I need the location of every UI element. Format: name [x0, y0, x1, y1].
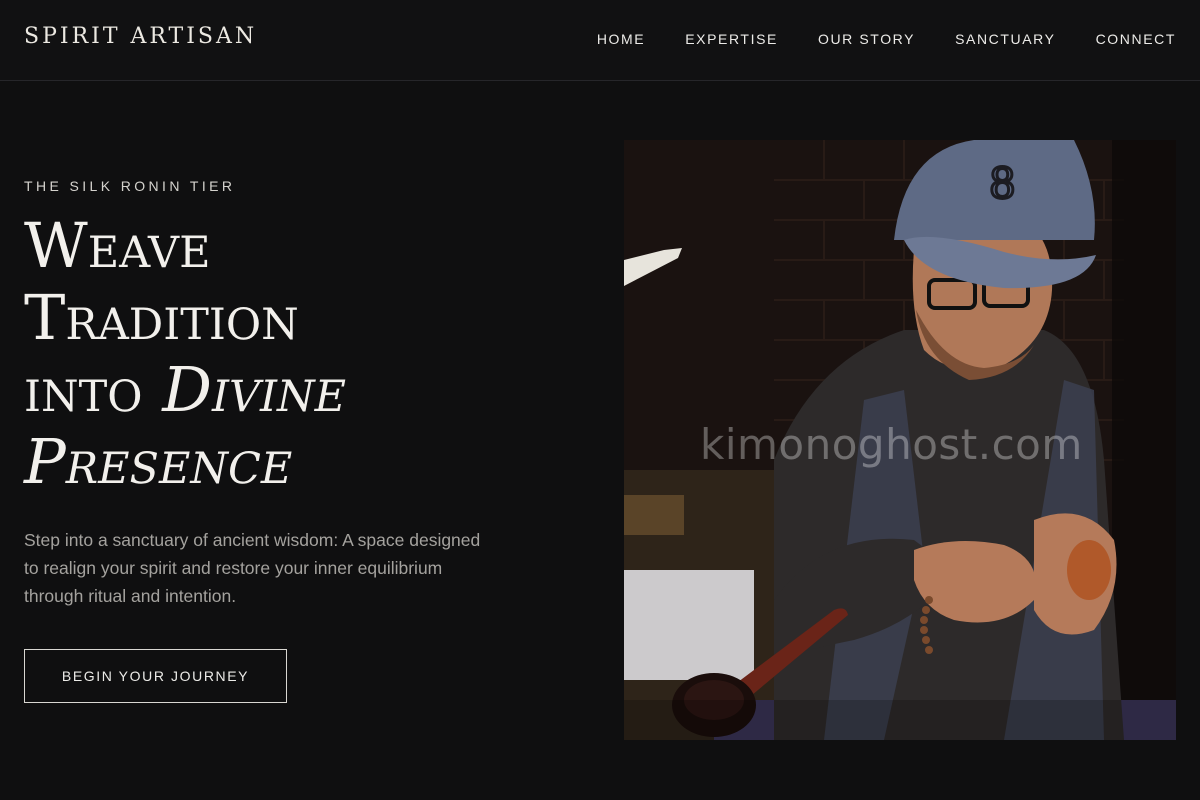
nav-expertise[interactable]: EXPERTISE [685, 31, 778, 47]
nav-our-story[interactable]: OUR STORY [818, 31, 915, 47]
artisan-photo-illustration: 8 [624, 140, 1176, 740]
headline-emphasis-presence: Presence [24, 425, 293, 498]
nav-connect[interactable]: CONNECT [1096, 31, 1176, 47]
site-header: SPIRIT ARTISAN HOME EXPERTISE OUR STORY … [0, 0, 1200, 81]
hero-photo: 8 kimonoghost.com [624, 140, 1176, 740]
hero-eyebrow: THE SILK RONIN TIER [24, 178, 236, 194]
svg-text:8: 8 [989, 159, 1016, 208]
begin-journey-button[interactable]: BEGIN YOUR JOURNEY [24, 649, 287, 703]
hero-description: Step into a sanctuary of ancient wisdom:… [24, 530, 481, 606]
headline-line-1: Weave [24, 209, 211, 282]
hero-headline: Weave Tradition into Divine Presence [24, 210, 584, 498]
headline-emphasis-divine: Divine [162, 353, 347, 426]
main-nav: HOME EXPERTISE OUR STORY SANCTUARY CONNE… [597, 31, 1176, 47]
headline-line-2: Tradition [24, 281, 299, 354]
brand-logo[interactable]: SPIRIT ARTISAN [24, 24, 257, 49]
nav-sanctuary[interactable]: SANCTUARY [955, 31, 1056, 47]
nav-home[interactable]: HOME [597, 31, 645, 47]
headline-line-3: into [24, 353, 163, 426]
